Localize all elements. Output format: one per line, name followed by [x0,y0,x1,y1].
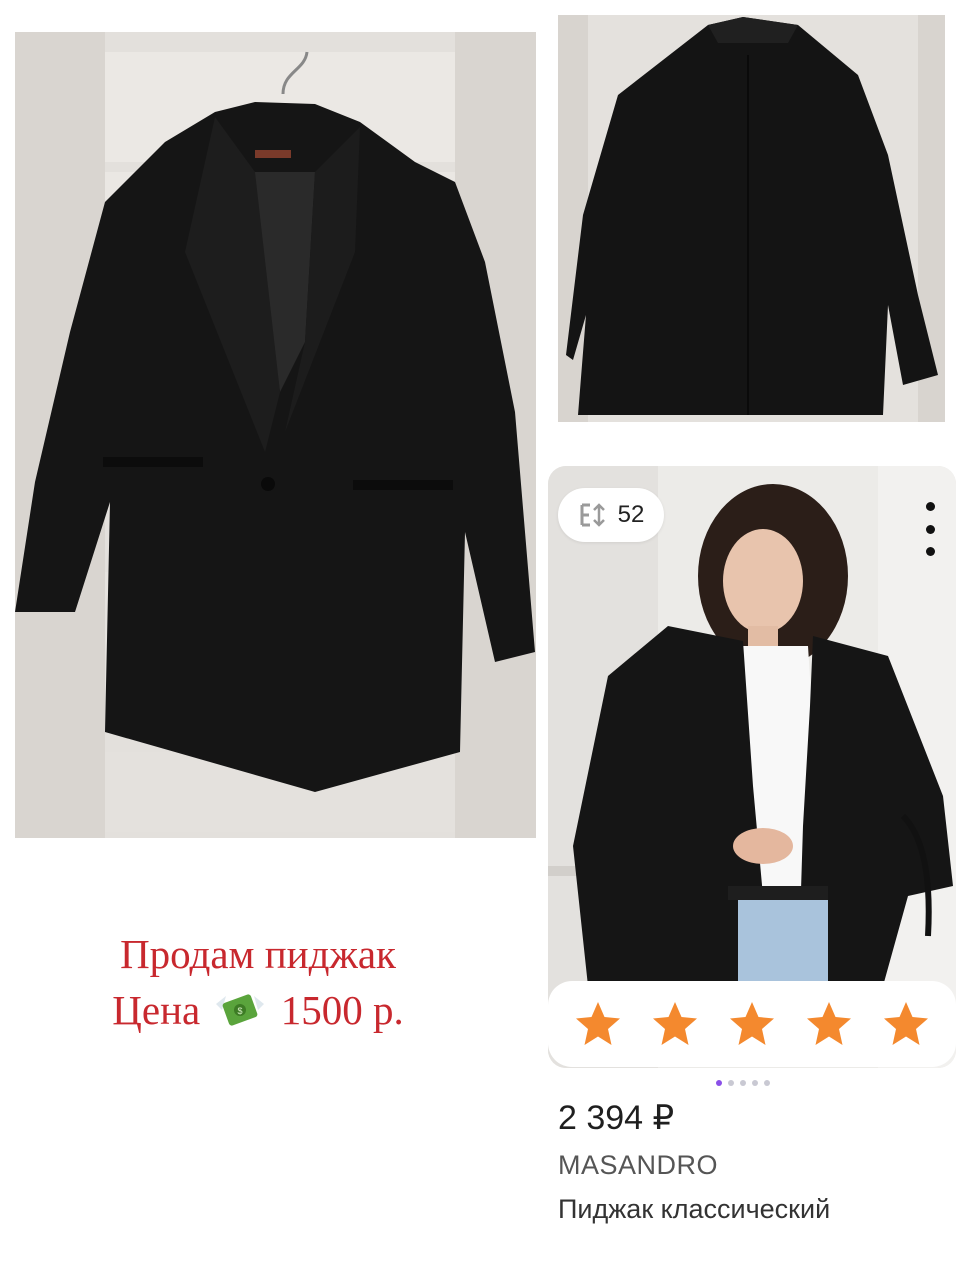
jacket-front-photo [15,32,536,838]
pager-dot[interactable] [752,1080,758,1086]
product-name[interactable]: Пиджак классический [558,1194,830,1225]
money-with-wings-icon: $ [214,988,266,1028]
star-icon [883,1002,928,1045]
sale-price-line: Цена $ 1500 р. [68,982,448,1038]
star-icon [729,1002,774,1045]
size-badge[interactable]: 52 [558,488,664,542]
price-label: Цена [112,987,201,1033]
star-icon [653,1002,698,1045]
model-photo [548,466,956,1068]
product-brand[interactable]: MASANDRO [558,1150,718,1181]
size-icon [578,500,608,530]
carousel-pager[interactable] [716,1080,770,1086]
sale-title: Продам пиджак [120,931,396,977]
svg-text:$: $ [238,1006,243,1016]
pager-dot[interactable] [716,1080,722,1086]
pager-dot[interactable] [740,1080,746,1086]
size-value: 52 [617,501,645,528]
jacket-back-photo [558,15,945,422]
star-icon [806,1002,851,1045]
pager-dot[interactable] [764,1080,770,1086]
sale-caption: Продам пиджак Цена $ 1500 р. [68,926,448,1038]
pager-dot[interactable] [728,1080,734,1086]
product-price: 2 394 ₽ [558,1099,675,1137]
more-vert-icon[interactable] [922,502,938,556]
product-card[interactable]: 52 [548,466,956,1068]
star-icon [576,1002,621,1045]
price-value: 1500 р. [280,987,404,1033]
rating-bar [548,981,956,1067]
